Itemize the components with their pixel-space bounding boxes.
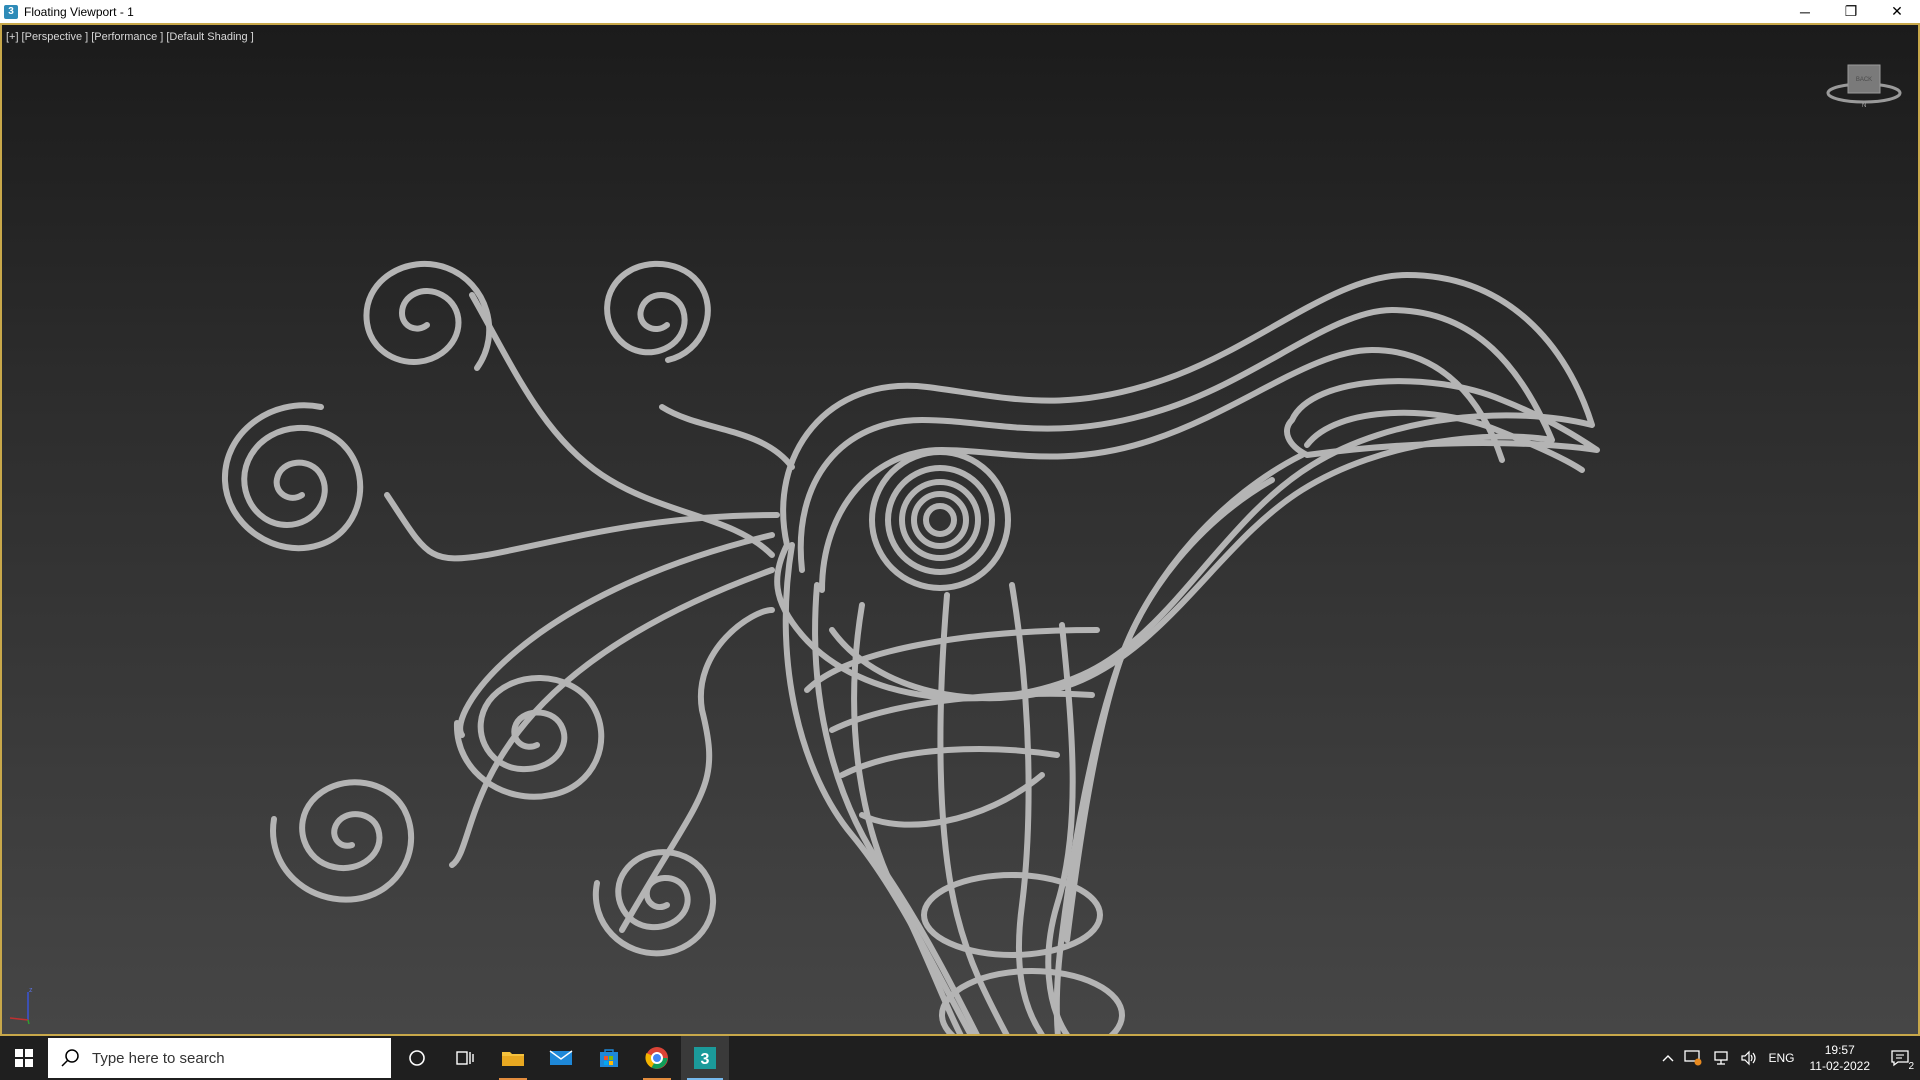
svg-text:3: 3 xyxy=(701,1051,710,1068)
volume-tray-button[interactable] xyxy=(1735,1036,1763,1080)
mail-icon xyxy=(549,1050,573,1065)
file-explorer-icon xyxy=(502,1052,524,1066)
taskbar-clock[interactable]: 19:57 11-02-2022 xyxy=(1800,1042,1881,1074)
viewcube-face-label: BACK xyxy=(1856,77,1872,83)
restore-button[interactable]: ❐ xyxy=(1828,0,1874,23)
z-axis-label: z xyxy=(29,987,33,994)
title-bar[interactable]: 3 Floating Viewport - 1 ─ ❐ ✕ xyxy=(0,0,1920,23)
taskbar-search-box[interactable] xyxy=(48,1038,391,1078)
security-tray-button[interactable] xyxy=(1679,1036,1707,1080)
spiral-top-middle xyxy=(604,260,711,363)
y-axis-line xyxy=(27,1019,30,1025)
chrome-icon xyxy=(645,1047,668,1069)
floating-viewport-window: 3 Floating Viewport - 1 ─ ❐ ✕ [+] [Persp… xyxy=(0,0,1920,1036)
clock-date: 11-02-2022 xyxy=(1809,1059,1871,1073)
spiral-middle-left xyxy=(453,675,605,800)
window-title: Floating Viewport - 1 xyxy=(24,4,134,19)
spiral-top-left xyxy=(363,260,493,371)
close-button[interactable]: ✕ xyxy=(1874,0,1920,23)
action-center-button[interactable]: 2 xyxy=(1880,1036,1920,1080)
spiral-bottom-middle xyxy=(592,849,717,957)
windows-taskbar: 3 ENG 19:57 11-02-2022 xyxy=(0,1036,1920,1080)
axis-tripod: z xyxy=(9,987,33,1025)
task-view-icon xyxy=(456,1051,474,1065)
file-explorer-button[interactable] xyxy=(489,1036,537,1080)
perspective-viewport[interactable]: [+] [Perspective ] [Performance ] [Defau… xyxy=(0,23,1920,1036)
mail-button[interactable] xyxy=(537,1036,585,1080)
cortana-icon xyxy=(409,1050,425,1066)
viewcube-compass-n: N xyxy=(1862,103,1866,109)
minimize-button[interactable]: ─ xyxy=(1782,0,1828,23)
wire-bird-model xyxy=(221,260,1600,1034)
language-indicator[interactable]: ENG xyxy=(1763,1036,1799,1080)
windows-logo-icon xyxy=(15,1049,33,1067)
search-icon xyxy=(61,1049,79,1067)
notification-count-badge: 2 xyxy=(1908,1061,1914,1072)
monitor-warning-icon xyxy=(1684,1050,1702,1066)
system-tray: ENG 19:57 11-02-2022 2 xyxy=(1657,1036,1920,1080)
network-icon xyxy=(1714,1051,1729,1065)
window-controls: ─ ❐ ✕ xyxy=(1782,0,1920,23)
notification-icon xyxy=(1891,1050,1909,1067)
x-axis-line xyxy=(9,1017,29,1021)
task-view-button[interactable] xyxy=(441,1036,489,1080)
chevron-up-icon xyxy=(1662,1055,1674,1062)
spiral-bottom-left xyxy=(270,779,415,903)
network-tray-button[interactable] xyxy=(1707,1036,1735,1080)
show-hidden-icons-button[interactable] xyxy=(1657,1036,1679,1080)
spiral-left xyxy=(221,402,364,552)
start-button[interactable] xyxy=(0,1036,48,1080)
chrome-button[interactable] xyxy=(633,1036,681,1080)
3dsmax-app-icon: 3 xyxy=(4,4,18,19)
3dsmax-button[interactable]: 3 xyxy=(681,1036,729,1080)
search-input[interactable] xyxy=(90,1048,354,1068)
clock-time: 19:57 xyxy=(1824,1043,1855,1057)
store-icon xyxy=(600,1049,618,1067)
speaker-icon xyxy=(1741,1050,1757,1066)
store-button[interactable] xyxy=(585,1036,633,1080)
viewcube[interactable]: BACK N xyxy=(1824,59,1904,109)
3dsmax-icon: 3 xyxy=(694,1047,716,1069)
cortana-button[interactable] xyxy=(393,1036,441,1080)
